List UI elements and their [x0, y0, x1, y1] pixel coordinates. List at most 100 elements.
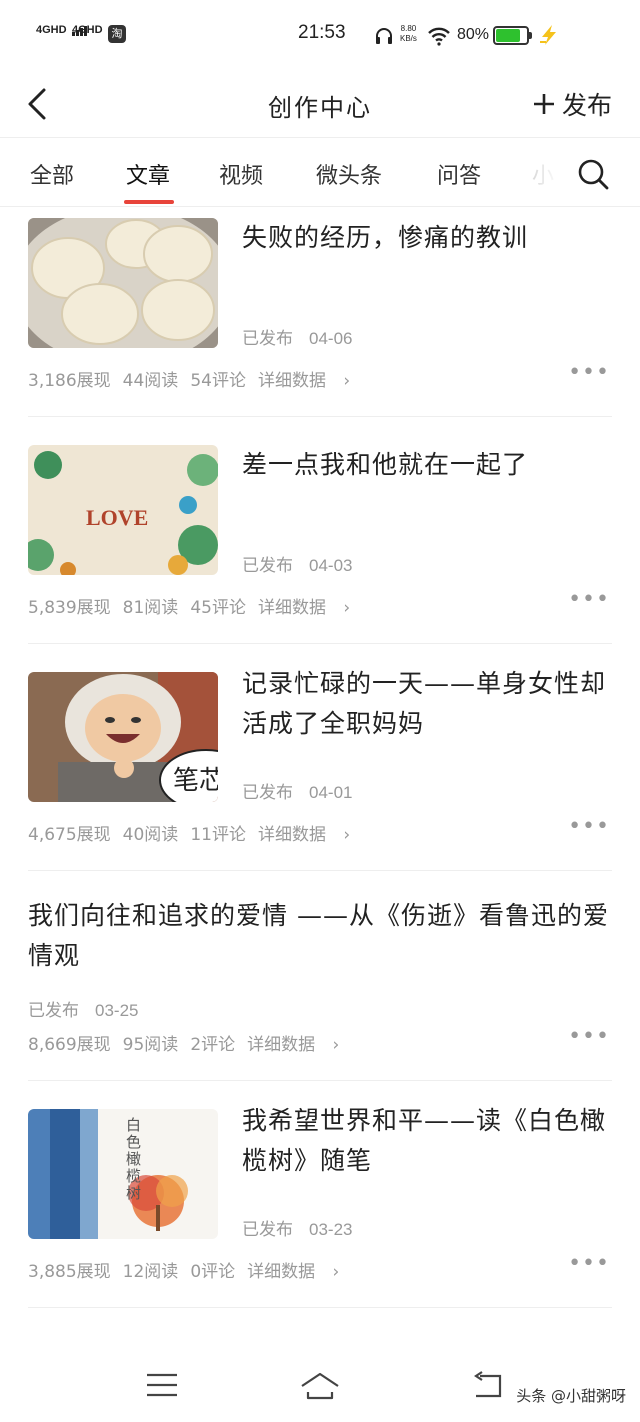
top-app-bar: 创作中心 发布 [0, 70, 640, 138]
reads-count: 44阅读 [122, 371, 179, 391]
tab-qa[interactable]: 问答 [437, 158, 481, 190]
article-stats: 3,186展现 44阅读 54评论 详细数据 › [28, 366, 362, 391]
more-options-icon[interactable]: ••• [568, 814, 610, 839]
publish-status: 已发布 03-23 [242, 1215, 352, 1240]
impressions-count: 4,675展现 [28, 825, 111, 845]
article-item[interactable]: 白色橄榄树 我希望世界和平——读《白色橄榄树》随笔 已发布 03-23 3,885… [0, 1099, 640, 1309]
status-label: 已发布 [242, 329, 293, 349]
article-stats: 8,669展现 95阅读 2评论 详细数据 › [28, 1030, 351, 1055]
more-options-icon[interactable]: ••• [568, 587, 610, 612]
detail-data-label: 详细数据 [247, 1262, 316, 1282]
article-title[interactable]: 我们向往和追求的爱情 ——从《伤逝》看鲁迅的爱情观 [28, 896, 612, 976]
comments-count: 45评论 [190, 598, 246, 618]
publish-date: 04-03 [309, 556, 353, 575]
article-stats: 4,675展现 40阅读 11评论 详细数据 › [28, 820, 362, 845]
detail-data-link[interactable]: 详细数据 › [258, 825, 350, 845]
thumbnail-caption: 笔芯 [173, 766, 218, 796]
article-thumbnail [28, 218, 218, 348]
taobao-app-icon: 淘 [108, 25, 126, 43]
status-label: 已发布 [28, 1001, 79, 1021]
status-label: 已发布 [242, 1220, 293, 1240]
detail-data-link[interactable]: 详细数据 › [258, 371, 350, 391]
article-item[interactable]: 笔芯 记录忙碌的一天——单身女性却活成了全职妈妈 已发布 04-01 4,675展… [0, 662, 640, 872]
clock: 21:53 [298, 22, 346, 43]
impressions-count: 3,186展现 [28, 371, 111, 391]
article-thumbnail: 白色橄榄树 [28, 1109, 218, 1239]
reads-count: 40阅读 [122, 825, 179, 845]
publish-status: 已发布 04-01 [242, 778, 352, 803]
back-icon[interactable] [470, 1368, 510, 1402]
headphones-icon [376, 28, 392, 44]
divider [28, 1307, 612, 1308]
publish-date: 04-06 [309, 329, 353, 348]
publish-status: 已发布 04-06 [242, 324, 352, 349]
impressions-count: 8,669展现 [28, 1035, 111, 1055]
publish-status: 已发布 03-25 [28, 996, 138, 1021]
article-title[interactable]: 差一点我和他就在一起了 [242, 445, 612, 485]
tab-articles[interactable]: 文章 [126, 158, 170, 190]
svg-text:LOVE: LOVE [86, 505, 148, 530]
publish-button[interactable]: 发布 [532, 86, 612, 122]
status-label: 已发布 [242, 556, 293, 576]
menu-icon[interactable] [143, 1368, 183, 1402]
article-item[interactable]: 失败的经历，惨痛的教训 已发布 04-06 3,186展现 44阅读 54评论 详细数据… [0, 208, 640, 418]
more-options-icon[interactable]: ••• [568, 360, 610, 385]
watermark: 头条 @小甜粥呀 [516, 1387, 626, 1405]
detail-data-label: 详细数据 [257, 825, 326, 845]
network-type-1: 4GHD [36, 24, 67, 36]
detail-data-label: 详细数据 [257, 598, 326, 618]
plus-icon [533, 94, 554, 114]
love-quilling-image: LOVE [28, 445, 218, 575]
tab-all[interactable]: 全部 [30, 158, 74, 190]
detail-data-label: 详细数据 [247, 1035, 316, 1055]
divider [28, 1080, 612, 1081]
publish-status: 已发布 04-03 [242, 551, 352, 576]
publish-date: 04-01 [309, 783, 353, 802]
wifi-icon [428, 27, 450, 46]
article-thumbnail: 笔芯 [28, 672, 218, 802]
more-options-icon[interactable]: ••• [568, 1024, 610, 1049]
speed-unit: KB/s [400, 34, 417, 43]
comments-count: 11评论 [190, 825, 246, 845]
article-title[interactable]: 我希望世界和平——读《白色橄榄树》随笔 [242, 1101, 612, 1181]
battery-icon [493, 26, 532, 45]
tabs-fade [510, 139, 560, 205]
system-navigation-bar: 头条 @小甜粥呀 [0, 1352, 640, 1422]
more-options-icon[interactable]: ••• [568, 1251, 610, 1276]
status-label: 已发布 [242, 783, 293, 803]
impressions-count: 3,885展现 [28, 1262, 111, 1282]
article-title[interactable]: 记录忙碌的一天——单身女性却活成了全职妈妈 [242, 664, 612, 744]
publish-date: 03-25 [95, 1001, 139, 1020]
divider [28, 643, 612, 644]
impressions-count: 5,839展现 [28, 598, 111, 618]
battery-percent: 80% [457, 26, 490, 43]
detail-data-link[interactable]: 详细数据 › [247, 1262, 339, 1282]
detail-data-label: 详细数据 [257, 371, 326, 391]
category-tabs: 全部 文章 视频 微头条 问答 小 [0, 139, 640, 207]
article-item[interactable]: 我们向往和追求的爱情 ——从《伤逝》看鲁迅的爱情观 已发布 03-25 8,669… [0, 872, 640, 1082]
divider [28, 416, 612, 417]
reads-count: 95阅读 [122, 1035, 179, 1055]
tab-videos[interactable]: 视频 [219, 158, 263, 190]
reads-count: 81阅读 [122, 598, 179, 618]
reads-count: 12阅读 [122, 1262, 179, 1282]
article-stats: 3,885展现 12阅读 0评论 详细数据 › [28, 1257, 351, 1282]
detail-data-link[interactable]: 详细数据 › [258, 598, 350, 618]
article-thumbnail: LOVE [28, 445, 218, 575]
comments-count: 2评论 [190, 1035, 236, 1055]
article-item[interactable]: LOVE 差一点我和他就在一起了 已发布 04-03 5,839展现 81阅读 45评… [0, 435, 640, 645]
book-cover-title: 白色橄榄树 [126, 1116, 142, 1202]
detail-data-link[interactable]: 详细数据 › [247, 1035, 339, 1055]
article-stats: 5,839展现 81阅读 45评论 详细数据 › [28, 593, 362, 618]
tab-micro-posts[interactable]: 微头条 [316, 158, 382, 190]
active-tab-indicator [124, 200, 174, 204]
search-icon[interactable] [576, 157, 610, 191]
network-speed: 8.80 KB/s [400, 24, 417, 44]
comments-count: 0评论 [190, 1262, 236, 1282]
home-icon[interactable] [300, 1368, 340, 1402]
article-title[interactable]: 失败的经历，惨痛的教训 [242, 218, 612, 258]
book-cover-image [28, 1109, 218, 1239]
publish-label: 发布 [561, 91, 612, 120]
divider [28, 870, 612, 871]
steamed-buns-image [28, 218, 218, 348]
